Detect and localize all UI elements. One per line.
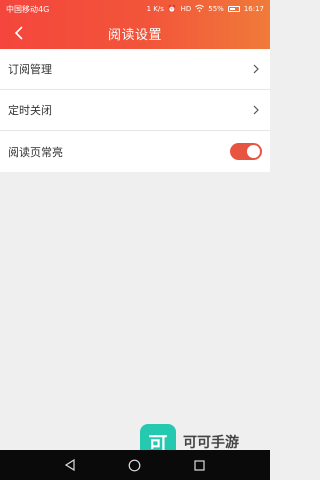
net-speed: 1 K/s — [146, 4, 164, 13]
wifi-icon — [195, 4, 205, 14]
status-icons: 1 K/s ⏰ HD 55% 16:17 — [147, 4, 264, 14]
home-circle-icon[interactable] — [126, 456, 144, 474]
setting-subscription-management[interactable]: 订阅管理 — [0, 49, 270, 90]
alarm-icon: ⏰ — [167, 4, 177, 13]
setting-keep-screen-on: 阅读页常亮 — [0, 131, 270, 172]
system-nav-bar — [0, 450, 270, 480]
battery-percent: 55% — [208, 4, 224, 13]
toggle-knob — [247, 145, 260, 158]
status-bar: 中国移动4G 1 K/s ⏰ HD 55% 16:17 — [0, 0, 270, 18]
header: 阅读设置 — [0, 18, 270, 49]
chevron-left-icon[interactable] — [10, 24, 28, 42]
recents-square-icon[interactable] — [191, 456, 209, 474]
top-bar: 中国移动4G 1 K/s ⏰ HD 55% 16:17 阅读设置 — [0, 0, 270, 49]
clock-time: 16:17 — [243, 4, 264, 13]
settings-list: 订阅管理 定时关闭 阅读页常亮 — [0, 49, 270, 172]
setting-label: 阅读页常亮 — [8, 145, 63, 159]
back-triangle-icon[interactable] — [61, 456, 79, 474]
page-title: 阅读设置 — [107, 28, 162, 43]
keep-screen-on-toggle[interactable] — [230, 143, 262, 160]
chevron-right-icon — [250, 63, 262, 75]
watermark-text: 可可手游 — [183, 435, 239, 451]
setting-timed-close[interactable]: 定时关闭 — [0, 90, 270, 131]
volte-icon: HD — [180, 4, 192, 13]
battery-icon — [227, 6, 240, 12]
chevron-right-icon — [250, 104, 262, 116]
setting-label: 定时关闭 — [8, 104, 52, 117]
carrier-label: 中国移动4G — [6, 4, 50, 14]
setting-label: 订阅管理 — [8, 63, 52, 76]
